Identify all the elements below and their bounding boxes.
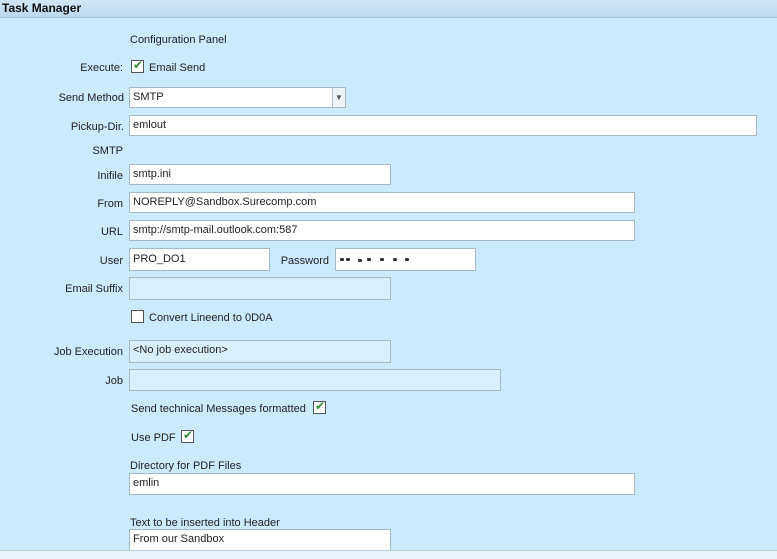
smtp-section-label: SMTP: [92, 145, 123, 157]
job-label: Job: [105, 375, 123, 387]
checkmark-icon: ✔: [132, 58, 144, 72]
job-execution-value: <No job execution>: [133, 344, 228, 356]
user-label: User: [99, 255, 123, 267]
inifile-field[interactable]: smtp.ini: [129, 164, 391, 185]
job-execution-label: Job Execution: [53, 346, 123, 358]
send-method-label: Send Method: [58, 92, 124, 104]
pdf-directory-field[interactable]: emlin: [129, 473, 635, 495]
url-label: URL: [100, 226, 123, 238]
send-method-select[interactable]: SMTP ▼: [129, 87, 346, 108]
job-field[interactable]: [129, 369, 501, 391]
email-suffix-label: Email Suffix: [65, 283, 123, 295]
configuration-panel: Configuration Panel Execute: ✔ Email Sen…: [0, 18, 777, 558]
from-label: From: [97, 198, 123, 210]
convert-lineend-label: Convert Lineend to 0D0A: [149, 312, 273, 324]
convert-lineend-checkbox[interactable]: [131, 310, 144, 323]
from-field[interactable]: NOREPLY@Sandbox.Surecomp.com: [129, 192, 635, 213]
panel-heading: Configuration Panel: [130, 34, 227, 46]
inifile-value: smtp.ini: [133, 168, 171, 180]
checkmark-icon: ✔: [314, 399, 326, 413]
dropdown-arrow-icon[interactable]: ▼: [332, 88, 345, 107]
pickup-dir-field[interactable]: emlout: [129, 115, 757, 136]
url-value: smtp://smtp-mail.outlook.com:587: [133, 224, 298, 236]
url-field[interactable]: smtp://smtp-mail.outlook.com:587: [129, 220, 635, 241]
job-execution-field[interactable]: <No job execution>: [129, 340, 391, 363]
use-pdf-checkbox[interactable]: ✔: [181, 428, 194, 443]
email-send-checkbox[interactable]: ✔: [131, 58, 144, 73]
checkmark-icon: ✔: [182, 428, 194, 442]
pickup-dir-value: emlout: [133, 119, 167, 131]
pdf-directory-value: emlin: [133, 477, 160, 489]
window-title: Task Manager: [2, 1, 82, 15]
header-text-label: Text to be inserted into Header: [130, 517, 280, 529]
inifile-label: Inifile: [97, 170, 123, 182]
user-value: PRO_DO1: [133, 253, 186, 265]
email-suffix-field[interactable]: [129, 277, 391, 300]
pickup-dir-label: Pickup-Dir.: [70, 121, 124, 133]
window-titlebar: Task Manager: [0, 0, 777, 18]
password-field[interactable]: [335, 248, 476, 271]
email-send-label: Email Send: [149, 62, 206, 74]
use-pdf-label: Use PDF: [131, 432, 176, 444]
send-technical-checkbox[interactable]: ✔: [313, 399, 326, 414]
send-technical-label: Send technical Messages formatted: [131, 403, 306, 415]
header-text-value: From our Sandbox: [133, 533, 225, 545]
pdf-directory-label: Directory for PDF Files: [130, 460, 242, 472]
execute-label: Execute:: [80, 62, 123, 74]
from-value: NOREPLY@Sandbox.Surecomp.com: [133, 196, 317, 208]
password-label: Password: [280, 255, 329, 267]
header-text-field[interactable]: From our Sandbox: [129, 529, 391, 551]
send-method-value: SMTP: [133, 91, 164, 103]
user-field[interactable]: PRO_DO1: [129, 248, 270, 271]
